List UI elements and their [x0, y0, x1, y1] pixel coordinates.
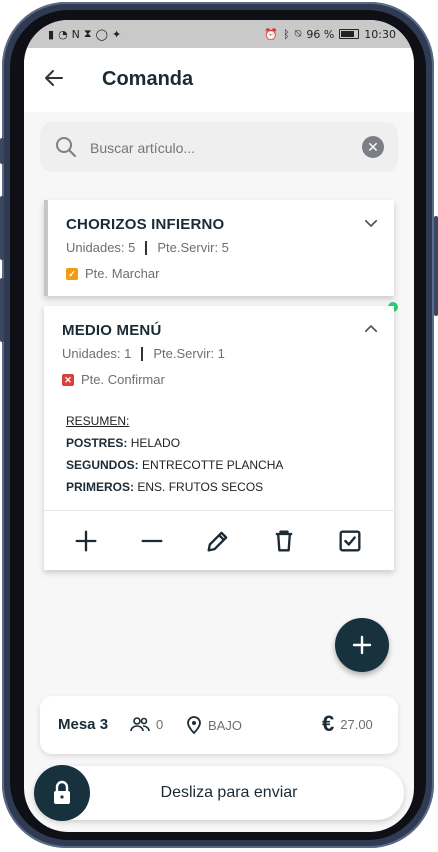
- search-icon: [56, 137, 76, 157]
- checkbox-cross-icon[interactable]: ✕: [62, 373, 74, 386]
- item-name: MEDIO MENÚ: [62, 322, 162, 339]
- summary: RESUMEN: POSTRES: HELADO SEGUNDOS: ENTRE…: [66, 414, 283, 502]
- table-name: Mesa 3: [58, 716, 109, 733]
- item-pending: Pte.Servir: 1: [153, 346, 225, 361]
- clock: 10:30: [364, 27, 396, 41]
- summary-value: ENTRECOTTE PLANCHA: [142, 458, 284, 472]
- phone-power-button: [434, 216, 438, 316]
- item-status-label: Pte. Confirmar: [81, 372, 165, 387]
- item-units: Unidades: 1: [62, 346, 132, 361]
- euro-icon: €: [322, 711, 335, 736]
- summary-key: POSTRES:: [66, 436, 128, 450]
- summary-row: SEGUNDOS: ENTRECOTTE PLANCHA: [66, 458, 283, 472]
- status-icons-left: ▮ ◔ N ⧗ ◯ ✦: [48, 27, 121, 41]
- table-info-bar: Mesa 3 0 BAJO € 27.00: [40, 696, 398, 754]
- people-icon: [130, 717, 150, 732]
- mute-icon: ⍉: [294, 27, 302, 40]
- plus-icon: [352, 635, 372, 655]
- phone-side-button: [0, 196, 4, 260]
- location-value: BAJO: [208, 717, 242, 733]
- order-item-card[interactable]: CHORIZOS INFIERNO Unidades: 5 Pte.Servir…: [44, 200, 394, 296]
- swipe-to-send[interactable]: Desliza para enviar: [34, 765, 404, 821]
- summary-heading: RESUMEN:: [66, 414, 130, 428]
- item-status: ✕ Pte. Confirmar: [62, 372, 165, 387]
- location-pin-icon: [187, 716, 201, 734]
- guests-value: 0: [156, 716, 164, 732]
- trash-icon[interactable]: [270, 527, 298, 555]
- item-pending: Pte.Servir: 5: [157, 240, 229, 255]
- summary-key: SEGUNDOS:: [66, 458, 139, 472]
- bluetooth-icon: ᛒ: [283, 27, 290, 41]
- signal-icon: ▮: [48, 27, 55, 41]
- hourglass-icon: ⧗: [83, 27, 92, 40]
- search-bar: ✕: [40, 122, 398, 172]
- search-input[interactable]: [88, 135, 342, 161]
- order-total: € 27.00: [322, 711, 373, 736]
- summary-value: ENS. FRUTOS SECOS: [137, 480, 264, 494]
- item-meta: Unidades: 1 Pte.Servir: 1: [62, 346, 225, 361]
- page-title: Comanda: [102, 68, 194, 90]
- app-screen: ▮ ◔ N ⧗ ◯ ✦ ⏰ ᛒ ⍉ 96 % 10:30 Comanda ✕: [24, 20, 414, 832]
- checkbox-confirm-icon[interactable]: [336, 527, 364, 555]
- phone-side-button: [0, 278, 4, 342]
- status-bar: ▮ ◔ N ⧗ ◯ ✦ ⏰ ᛒ ⍉ 96 % 10:30: [24, 20, 414, 48]
- item-actions: [44, 510, 394, 571]
- phone-side-button: [0, 138, 4, 164]
- add-item-button[interactable]: [335, 618, 389, 672]
- battery-icon: [339, 29, 360, 39]
- wifi-icon: ◔: [58, 27, 68, 41]
- item-meta: Unidades: 5 Pte.Servir: 5: [66, 240, 229, 255]
- summary-key: PRIMEROS:: [66, 480, 135, 494]
- plus-icon[interactable]: [72, 527, 100, 555]
- app-bar: Comanda: [24, 48, 414, 112]
- checkbox-checked-icon[interactable]: ✓: [66, 267, 78, 280]
- divider: [141, 346, 144, 361]
- twitter-icon: ✦: [111, 27, 122, 41]
- summary-row: PRIMEROS: ENS. FRUTOS SECOS: [66, 480, 283, 494]
- summary-row: POSTRES: HELADO: [66, 436, 283, 450]
- edit-pencil-icon[interactable]: [204, 527, 232, 555]
- whatsapp-icon: ◯: [95, 27, 108, 41]
- order-item-card[interactable]: MEDIO MENÚ Unidades: 1 Pte.Servir: 1 ✕ P…: [44, 306, 394, 570]
- alarm-icon: ⏰: [264, 27, 279, 41]
- chevron-up-icon[interactable]: [362, 320, 380, 338]
- location: BAJO: [186, 716, 242, 734]
- divider: [145, 240, 148, 255]
- guests-count: 0: [130, 716, 163, 732]
- item-status-label: Pte. Marchar: [85, 266, 160, 281]
- nfc-icon: N: [71, 27, 80, 41]
- item-units: Unidades: 5: [66, 240, 136, 255]
- chevron-down-icon[interactable]: [362, 214, 380, 232]
- battery-percent: 96 %: [306, 27, 335, 41]
- summary-value: HELADO: [130, 436, 181, 450]
- item-status: ✓ Pte. Marchar: [66, 266, 159, 281]
- minus-icon[interactable]: [138, 527, 166, 555]
- item-name: CHORIZOS INFIERNO: [66, 216, 225, 233]
- status-icons-right: ⏰ ᛒ ⍉ 96 % 10:30: [264, 27, 396, 41]
- total-value: 27.00: [340, 716, 373, 732]
- back-arrow-icon[interactable]: [42, 66, 66, 90]
- clear-search-icon[interactable]: ✕: [362, 136, 384, 158]
- send-label: Desliza para enviar: [160, 784, 298, 801]
